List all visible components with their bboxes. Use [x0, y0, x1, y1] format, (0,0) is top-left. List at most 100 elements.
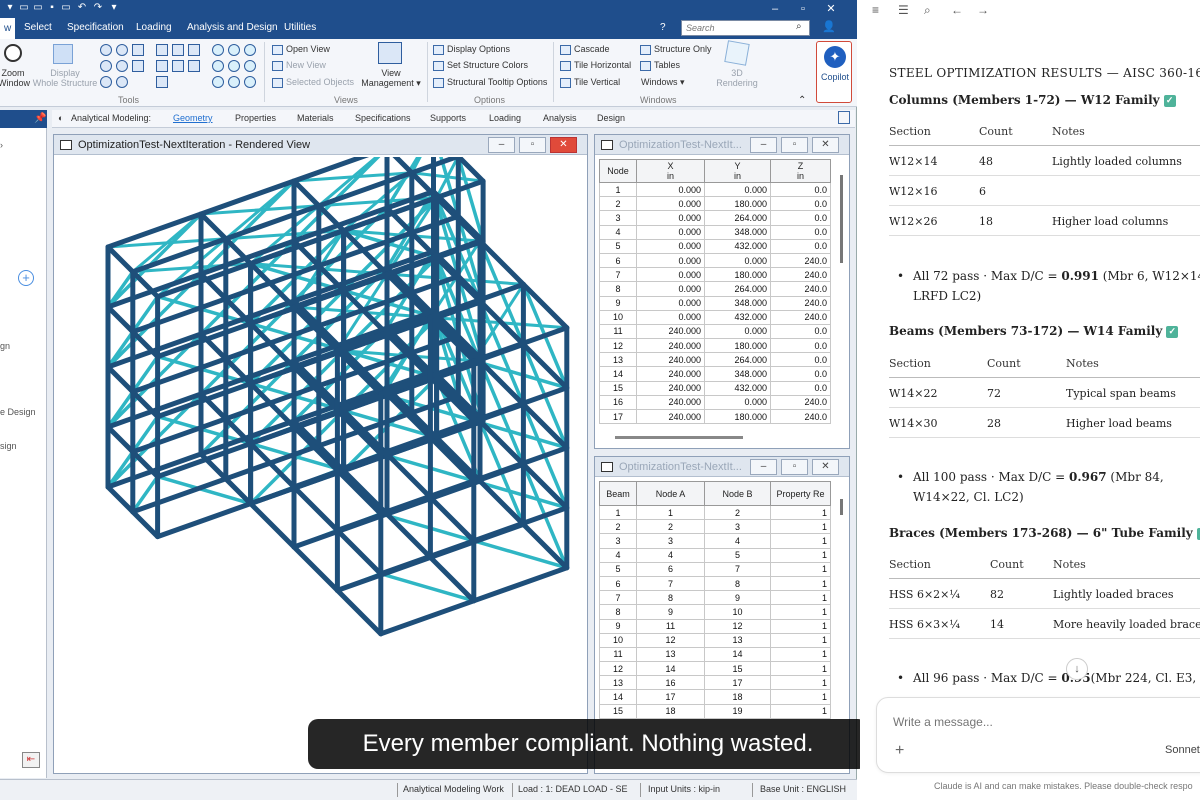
pin-icon[interactable]: 📌 — [34, 113, 46, 124]
table-row[interactable]: 13 240.000 264.000 0.0 — [599, 352, 831, 368]
view-left-icon[interactable] — [188, 44, 200, 56]
menu-loading[interactable]: Loading — [136, 22, 172, 33]
menu-select[interactable]: Select — [24, 22, 52, 33]
table-cell[interactable]: 8 — [599, 604, 637, 620]
child-close-button[interactable]: ✕ — [812, 137, 839, 153]
table-cell[interactable]: 0.000 — [704, 323, 771, 340]
tab-specifications[interactable]: Specifications — [355, 113, 411, 123]
table-cell[interactable]: 10 — [599, 632, 637, 648]
help-icon[interactable]: ? — [660, 22, 666, 33]
table-cell[interactable]: 3 — [599, 210, 637, 226]
orbit-icon[interactable] — [244, 76, 256, 88]
child-minimize-button[interactable]: – — [750, 137, 777, 153]
table-row[interactable]: 8 9 10 1 — [599, 604, 831, 620]
frame-member[interactable] — [334, 314, 433, 353]
table-cell[interactable]: 8 — [704, 575, 771, 592]
table-cell[interactable]: 0.0 — [770, 181, 831, 198]
table-cell[interactable]: 1 — [770, 533, 831, 549]
table-cell[interactable]: 240.0 — [770, 295, 831, 311]
table-row[interactable]: 5 0.000 432.000 0.0 — [599, 238, 831, 254]
save-icon[interactable]: ▪ — [46, 2, 58, 14]
table-cell[interactable]: 240.0 — [770, 281, 831, 297]
header-beam[interactable]: Beam — [599, 481, 637, 506]
header-z[interactable]: Zin — [770, 159, 831, 183]
table-cell[interactable]: 8 — [599, 281, 637, 297]
table-cell[interactable]: 0.0 — [770, 366, 831, 382]
table-cell[interactable]: 240.0 — [770, 394, 831, 411]
table-cell[interactable]: 1 — [770, 519, 831, 535]
table-cell[interactable]: 9 — [599, 295, 637, 311]
table-cell[interactable]: 240.000 — [636, 338, 705, 354]
collapse-pane-icon[interactable]: ⇤ — [22, 752, 40, 768]
zoom-in-icon[interactable] — [100, 44, 112, 56]
tooltip-options-button[interactable]: Structural Tooltip Options — [433, 76, 547, 89]
search-icon[interactable]: ⌕ — [796, 21, 802, 32]
table-cell[interactable]: 9 — [599, 618, 637, 634]
table-row[interactable]: 2231 — [599, 519, 831, 535]
table-cell[interactable]: 16 — [599, 394, 637, 411]
table-cell[interactable]: 0.000 — [636, 267, 705, 283]
table-row[interactable]: 14 240.000 348.000 0.0 — [599, 366, 831, 382]
windows-dropdown[interactable]: Windows ▾ — [641, 76, 685, 89]
table-cell[interactable]: 0.0 — [770, 196, 831, 212]
frame-member[interactable] — [291, 178, 322, 209]
table-cell[interactable]: 4 — [599, 547, 637, 563]
status-load[interactable]: Load : 1: DEAD LOAD - SE — [518, 784, 628, 794]
table-cell[interactable]: 0.0 — [770, 238, 831, 254]
table-cell[interactable]: 10 — [599, 309, 637, 325]
zoom-window-icon[interactable] — [4, 44, 22, 62]
table-cell[interactable]: 10 — [704, 604, 771, 620]
frame-member[interactable] — [520, 281, 570, 331]
table-cell[interactable]: 0.0 — [770, 210, 831, 226]
frame-member[interactable] — [378, 598, 477, 637]
table-cell[interactable]: 1 — [770, 632, 831, 648]
frame-member[interactable] — [334, 587, 384, 637]
table-cell[interactable]: 180.000 — [704, 338, 771, 354]
table-cell[interactable]: 180.000 — [704, 267, 771, 283]
table-cell[interactable]: 4 — [599, 224, 637, 240]
table-cell[interactable]: 14 — [636, 661, 705, 677]
display-whole-label[interactable]: Display Whole Structure — [32, 68, 98, 88]
frame-member[interactable] — [471, 565, 570, 604]
table-cell[interactable]: 5 — [599, 238, 637, 254]
table-cell[interactable]: 0.000 — [704, 394, 771, 411]
zoom-all-icon[interactable] — [116, 76, 128, 88]
scroll-down-button[interactable]: ↓ — [1066, 658, 1088, 680]
tab-design[interactable]: Design — [597, 113, 625, 123]
frame-member[interactable] — [130, 509, 161, 540]
status-input-units[interactable]: Input Units : kip-in — [648, 784, 720, 794]
table-cell[interactable]: 4 — [704, 533, 771, 549]
nodes-table[interactable]: Node Xin Yin Zin 1 0.000 0.000 0.0 2 0.000 180… — [599, 159, 831, 425]
menu-analysis-design[interactable]: Analysis and Design — [187, 22, 278, 33]
table-cell[interactable]: 12 — [599, 338, 637, 354]
table-cell[interactable]: 19 — [704, 703, 771, 719]
frame-member[interactable] — [291, 544, 340, 593]
table-cell[interactable]: 11 — [599, 323, 637, 340]
table-cell[interactable]: 6 — [599, 575, 637, 592]
table-cell[interactable]: 15 — [599, 380, 637, 396]
table-cell[interactable]: 264.000 — [704, 210, 771, 226]
table-cell[interactable]: 240.000 — [636, 380, 705, 396]
table-cell[interactable]: 5 — [599, 561, 637, 577]
nodes-table-titlebar[interactable]: OptimizationTest-NextIt... – ▫ ✕ — [595, 135, 849, 155]
table-cell[interactable]: 0.0 — [770, 323, 831, 340]
vertical-scrollbar[interactable] — [840, 175, 843, 263]
rotate-up-icon[interactable] — [212, 44, 224, 56]
view-management-button[interactable]: View Management ▾ — [356, 68, 426, 88]
tile-horizontal-button[interactable]: Tile Horizontal — [560, 59, 631, 72]
header-node[interactable]: Node — [599, 159, 637, 183]
panel-toggle-icon[interactable] — [838, 111, 850, 124]
forward-arrow-icon[interactable]: → — [977, 3, 989, 17]
table-cell[interactable]: 1 — [770, 618, 831, 634]
table-cell[interactable]: 0.0 — [770, 380, 831, 396]
table-cell[interactable]: 1 — [636, 504, 705, 521]
child-maximize-button[interactable]: ▫ — [781, 137, 808, 153]
table-row[interactable]: 12 14 15 1 — [599, 661, 831, 677]
rotate-down-icon[interactable] — [228, 44, 240, 56]
table-row[interactable]: 10 0.000 432.000 240.0 — [599, 309, 831, 325]
table-cell[interactable]: 0.000 — [636, 224, 705, 240]
table-row[interactable]: 10 12 13 1 — [599, 632, 831, 648]
frame-member[interactable] — [291, 484, 340, 533]
vertical-scrollbar[interactable] — [840, 499, 843, 515]
table-row[interactable]: 7 0.000 180.000 240.0 — [599, 267, 831, 283]
